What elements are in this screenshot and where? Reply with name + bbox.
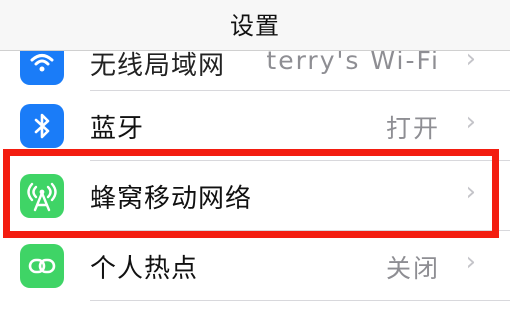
cellular-label: 蜂窝移动网络 (90, 184, 253, 214)
chevron-right-icon: › (465, 107, 476, 137)
antenna-icon (20, 174, 64, 218)
page-title: 设置 (230, 12, 280, 40)
settings-row-personal-hotspot[interactable]: 个人热点 关闭 › (0, 231, 510, 301)
chevron-right-icon: › (465, 247, 476, 277)
bluetooth-status-value: 打开 (385, 114, 440, 143)
hotspot-status-value: 关闭 (385, 254, 440, 283)
settings-row-bluetooth[interactable]: 蓝牙 打开 › (0, 91, 510, 161)
hotspot-label: 个人热点 (90, 254, 199, 284)
navbar-divider (0, 50, 510, 51)
settings-row-cellular[interactable]: 蜂窝移动网络 › (0, 161, 510, 231)
bluetooth-icon (20, 104, 64, 148)
hotspot-icon (20, 244, 64, 288)
row-divider (90, 300, 510, 301)
chevron-right-icon: › (465, 177, 476, 207)
bluetooth-label: 蓝牙 (90, 114, 145, 144)
navigation-bar: 设置 (0, 0, 510, 50)
